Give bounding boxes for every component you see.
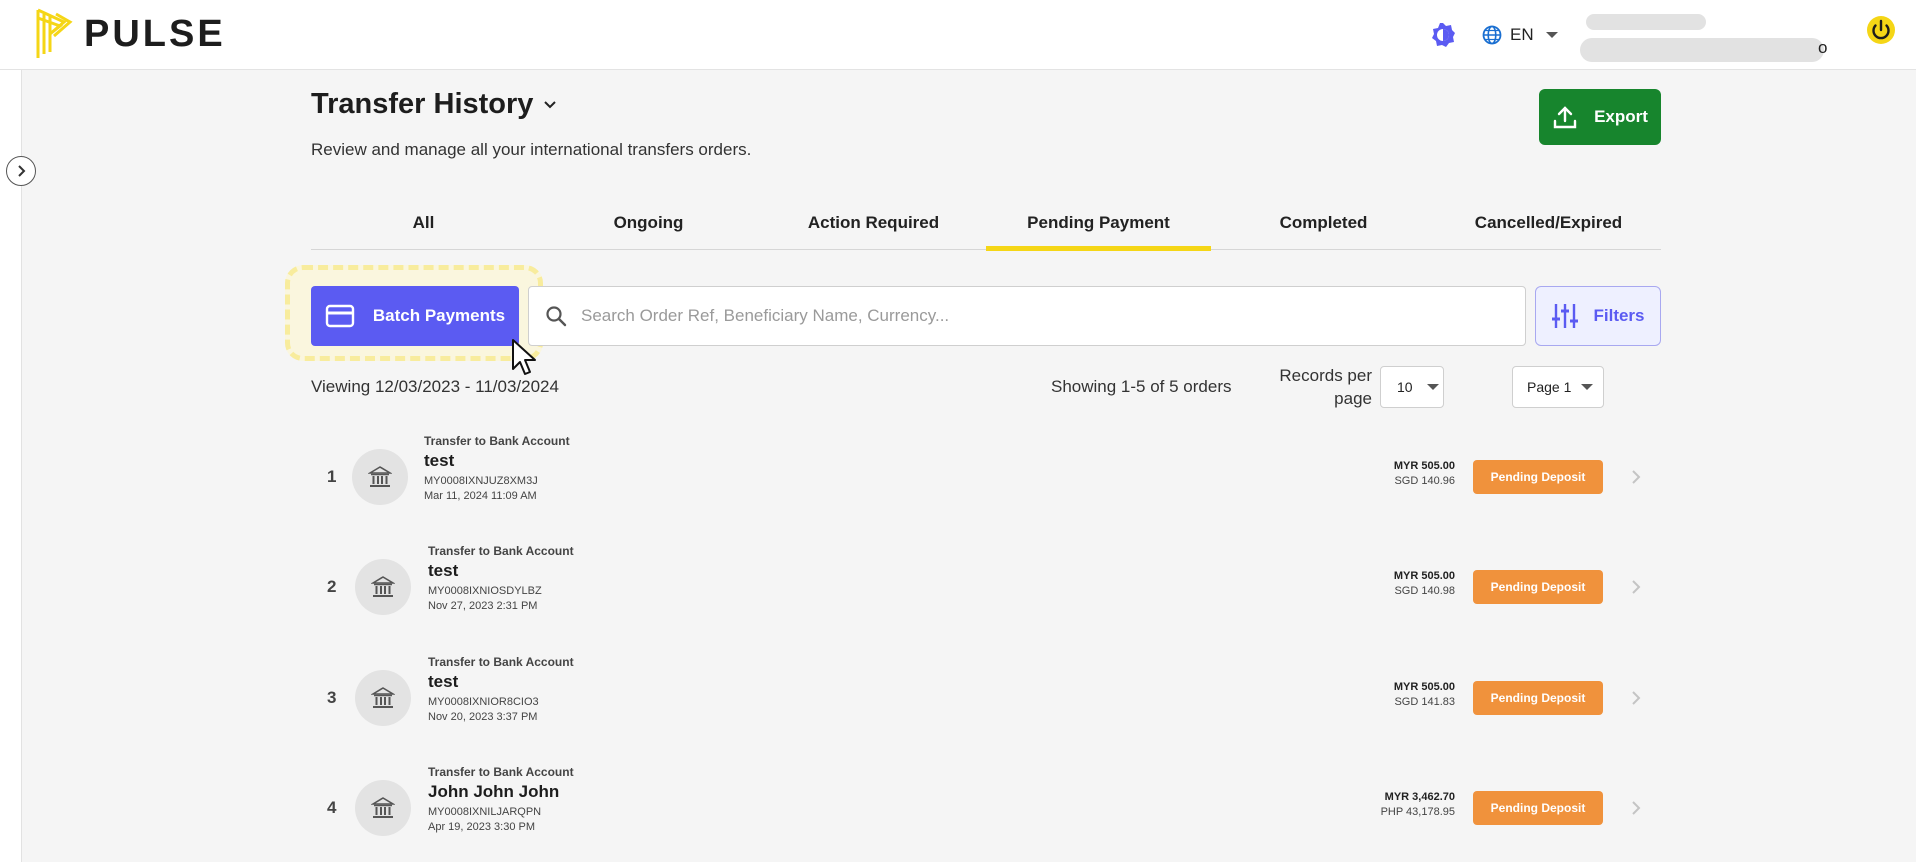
search-icon <box>546 306 567 327</box>
chevron-right-icon <box>1632 470 1641 484</box>
records-per-page-select[interactable]: 10 <box>1380 366 1444 408</box>
sliders-icon <box>1552 304 1579 328</box>
sidebar-rail <box>0 70 22 862</box>
upload-icon <box>1553 106 1577 129</box>
beneficiary-name: John John John <box>428 782 560 801</box>
receive-amount: SGD 140.98 <box>1394 585 1455 597</box>
bank-icon <box>355 670 411 726</box>
bank-icon <box>352 449 408 505</box>
filters-label: Filters <box>1593 306 1645 325</box>
top-bar: PULSE EN o <box>0 0 1916 70</box>
status-badge: Pending Deposit <box>1473 791 1603 825</box>
order-ref: MY0008IXNIOSDYLBZ <box>428 585 542 597</box>
beneficiary-name: test <box>428 672 459 691</box>
order-date: Mar 11, 2024 11:09 AM <box>424 490 537 502</box>
bank-icon <box>355 780 411 836</box>
list-item[interactable]: 2 Transfer to Bank Account test MY0008IX… <box>311 532 1661 642</box>
send-amount: MYR 505.00 <box>1393 570 1455 582</box>
date-range-text: Viewing 12/03/2023 - 11/03/2024 <box>311 377 559 396</box>
receive-amount: SGD 141.83 <box>1394 696 1455 708</box>
chevron-down-icon <box>1545 32 1558 38</box>
beneficiary-name: test <box>428 561 459 580</box>
order-date: Nov 20, 2023 3:37 PM <box>428 711 538 723</box>
user-name-tail: o <box>1818 38 1828 57</box>
page-title: Transfer History <box>311 88 534 120</box>
send-amount: MYR 3,462.70 <box>1384 791 1455 803</box>
page-select[interactable]: Page 1 <box>1512 366 1604 408</box>
user-name-placeholder <box>1586 14 1706 30</box>
page-title-dropdown[interactable]: Transfer History <box>311 88 557 121</box>
tab-cancelled-expired[interactable]: Cancelled/Expired <box>1436 198 1661 248</box>
batch-payments-label: Batch Payments <box>372 306 506 325</box>
transfer-type: Transfer to Bank Account <box>424 434 570 448</box>
row-number: 2 <box>327 577 337 596</box>
export-label: Export <box>1594 107 1648 126</box>
list-item[interactable]: 4 Transfer to Bank Account John John Joh… <box>311 753 1661 862</box>
transfer-type: Transfer to Bank Account <box>428 655 574 669</box>
search-box <box>528 286 1526 346</box>
order-ref: MY0008IXNILJARQPN <box>428 806 542 818</box>
pulse-logo-icon <box>36 8 73 58</box>
chevron-right-icon <box>1632 580 1641 594</box>
records-per-page-value: 10 <box>1397 379 1413 395</box>
order-ref: MY0008IXNIOR8CIO3 <box>428 696 539 708</box>
theme-toggle-icon[interactable] <box>1428 20 1458 50</box>
tab-action-required[interactable]: Action Required <box>761 198 986 248</box>
logo[interactable]: PULSE <box>34 8 226 60</box>
logo-text: PULSE <box>84 12 226 55</box>
user-email-placeholder <box>1580 38 1824 62</box>
export-button[interactable]: Export <box>1539 89 1661 145</box>
power-icon[interactable] <box>1866 15 1896 45</box>
status-badge: Pending Deposit <box>1473 570 1603 604</box>
row-number: 4 <box>327 798 337 817</box>
chevron-down-icon <box>544 100 557 108</box>
receive-amount: SGD 140.96 <box>1394 475 1455 487</box>
beneficiary-name: test <box>424 451 455 470</box>
transfer-type: Transfer to Bank Account <box>428 765 574 779</box>
globe-icon <box>1482 25 1502 45</box>
row-number: 3 <box>327 688 337 707</box>
order-date: Nov 27, 2023 2:31 PM <box>428 600 538 612</box>
list-item[interactable]: 3 Transfer to Bank Account test MY0008IX… <box>311 643 1661 753</box>
chevron-right-icon <box>1632 801 1641 815</box>
chevron-down-icon <box>1426 384 1439 390</box>
bank-icon <box>355 559 411 615</box>
filters-button[interactable]: Filters <box>1535 286 1661 346</box>
row-number: 1 <box>327 467 337 486</box>
order-date: Apr 19, 2023 3:30 PM <box>428 821 536 833</box>
tab-ongoing[interactable]: Ongoing <box>536 198 761 248</box>
chevron-right-circle-icon[interactable] <box>6 156 36 186</box>
send-amount: MYR 505.00 <box>1393 460 1455 472</box>
tab-pending-payment[interactable]: Pending Payment <box>986 198 1211 251</box>
transfer-type: Transfer to Bank Account <box>428 544 574 558</box>
list-item[interactable]: 1 Transfer to Bank Account test MY0008IX… <box>311 422 1661 532</box>
language-code: EN <box>1510 25 1534 44</box>
results-count: Showing 1-5 of 5 orders <box>1051 377 1232 396</box>
status-tabs: All Ongoing Action Required Pending Paym… <box>311 198 1661 251</box>
records-per-page-label: Records per page <box>1279 366 1372 408</box>
search-input[interactable] <box>581 306 1481 326</box>
chevron-right-icon <box>1632 691 1641 705</box>
batch-payments-button[interactable]: Batch Payments <box>311 286 519 346</box>
user-menu[interactable]: o <box>1580 14 1830 62</box>
status-badge: Pending Deposit <box>1473 460 1603 494</box>
chevron-down-icon <box>1581 384 1594 390</box>
receive-amount: PHP 43,178.95 <box>1380 806 1455 818</box>
tab-completed[interactable]: Completed <box>1211 198 1436 248</box>
tab-all[interactable]: All <box>311 198 536 248</box>
language-selector[interactable]: EN <box>1482 20 1558 50</box>
status-badge: Pending Deposit <box>1473 681 1603 715</box>
page-subtitle: Review and manage all your international… <box>311 140 752 159</box>
send-amount: MYR 505.00 <box>1393 681 1455 693</box>
page-value: Page 1 <box>1527 379 1572 395</box>
order-ref: MY0008IXNJUZ8XM3J <box>424 475 538 487</box>
credit-card-icon <box>325 304 355 328</box>
